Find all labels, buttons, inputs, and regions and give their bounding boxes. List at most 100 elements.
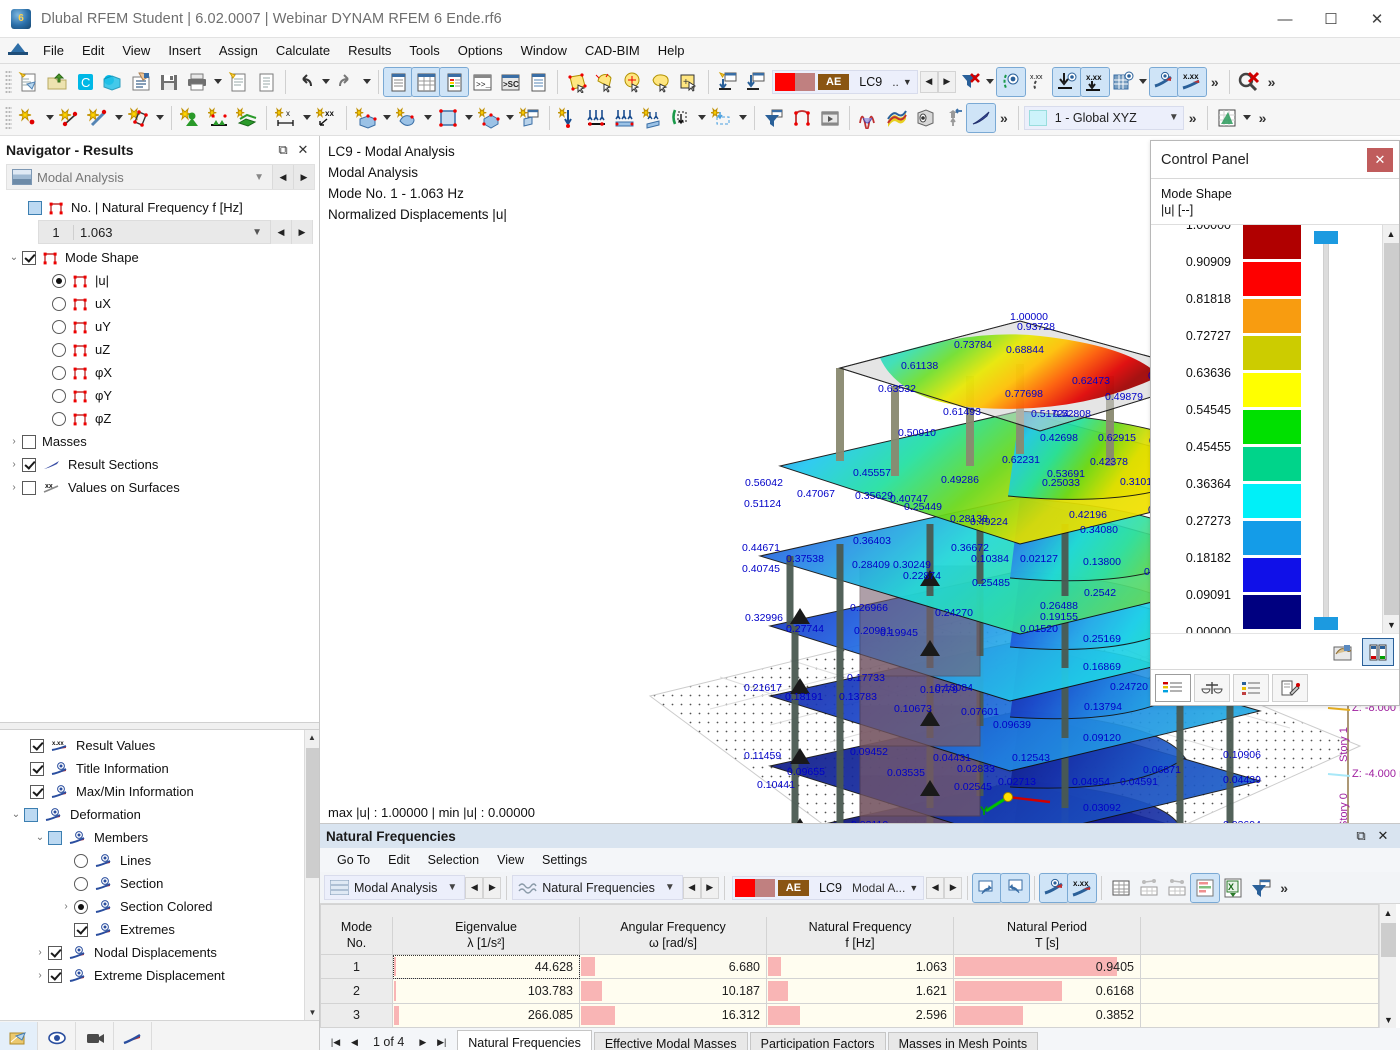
mode-next-button[interactable]: ▶	[291, 220, 312, 244]
show-result-values-icon[interactable]	[997, 68, 1025, 96]
scroll-down-icon[interactable]: ▼	[1380, 1011, 1397, 1028]
mode-shape-checkbox[interactable]	[22, 251, 36, 265]
menu-window[interactable]: Window	[512, 40, 576, 61]
expander-icon[interactable]: ›	[6, 482, 22, 493]
legend-color-swatch[interactable]	[1243, 558, 1301, 592]
result-diagram-show-icon[interactable]	[1150, 68, 1178, 96]
table-menu-go-to[interactable]: Go To	[328, 851, 379, 869]
menu-options[interactable]: Options	[449, 40, 512, 61]
table-menu-settings[interactable]: Settings	[533, 851, 596, 869]
extreme-displacement-checkbox[interactable]	[48, 969, 62, 983]
mode-frequency-selector[interactable]: 1 1.063 ▼ ◀ ▶	[38, 220, 313, 244]
values-on-surfaces-checkbox[interactable]	[22, 481, 36, 495]
expander-icon[interactable]: ›	[32, 970, 48, 981]
member-load-icon[interactable]	[639, 104, 667, 132]
select-partial-icon[interactable]	[591, 68, 619, 96]
chevron-down-icon[interactable]: ▼	[447, 882, 464, 893]
tree-item-phiz[interactable]: φZ	[0, 407, 319, 430]
animation-icon[interactable]	[816, 104, 844, 132]
surface-load-icon[interactable]	[611, 104, 639, 132]
table-panel-close-button[interactable]: ✕	[1372, 826, 1394, 846]
select-add-icon[interactable]: +	[675, 68, 703, 96]
tree-item-phix[interactable]: φX	[0, 361, 319, 384]
coordinate-system-selector[interactable]: 1 - Global XYZ ▼	[1024, 106, 1184, 130]
new-printout-report-icon[interactable]	[224, 68, 252, 96]
table-result-prev[interactable]: ◀	[683, 877, 701, 899]
print-icon[interactable]	[183, 68, 211, 96]
table-row[interactable]: 3266.08516.3122.5960.3852	[321, 1003, 1379, 1027]
tree-item-result-sections[interactable]: › Result Sections	[0, 453, 319, 476]
pager-next-button[interactable]: ▶	[413, 1033, 432, 1050]
clear-results-icon[interactable]	[1235, 68, 1263, 96]
new-block-icon[interactable]	[516, 104, 544, 132]
cell-angular-frequency[interactable]: 6.680	[580, 955, 767, 979]
filter-results-icon[interactable]	[760, 104, 788, 132]
line-support-icon[interactable]	[205, 104, 233, 132]
show-result-numbers-icon[interactable]: x.xx	[1068, 874, 1096, 902]
command-line-icon[interactable]: >>_	[468, 68, 496, 96]
modal-shape-diagram-icon[interactable]	[855, 104, 883, 132]
tree-item-values-on-surfaces[interactable]: › xx Values on Surfaces	[0, 476, 319, 499]
navigator-tab-results-icon[interactable]	[114, 1022, 152, 1050]
legend-color-swatch[interactable]	[1243, 299, 1301, 333]
navigator-float-button[interactable]: ⧉	[273, 140, 293, 160]
legend-color-swatch[interactable]	[1243, 632, 1301, 633]
table-row[interactable]: 2103.78310.1871.6210.6168	[321, 979, 1379, 1003]
tree-item-ux[interactable]: uX	[0, 292, 319, 315]
surface-results-icon[interactable]	[883, 104, 911, 132]
navigator-tab-display-icon[interactable]	[38, 1022, 76, 1050]
menu-view[interactable]: View	[113, 40, 159, 61]
show-results-graphic-icon[interactable]	[1040, 874, 1068, 902]
dimension-dropdown-caret[interactable]	[300, 104, 313, 132]
nodal-displacements-checkbox[interactable]	[48, 946, 62, 960]
scroll-down-icon[interactable]: ▼	[305, 1005, 319, 1020]
navigator-prev-button[interactable]: ◀	[272, 165, 293, 189]
grid-scrollbar[interactable]: ▲ ▼	[1379, 904, 1396, 1028]
navigator-tab-model-icon[interactable]	[0, 1022, 38, 1050]
new-solid-set-icon[interactable]	[475, 104, 503, 132]
toolbar-grip[interactable]	[5, 70, 12, 94]
cp-tab-factors[interactable]	[1194, 674, 1230, 702]
load-case-dropdown[interactable]: ..▼	[889, 75, 915, 89]
display-item-extreme-displacement[interactable]: › Extreme Displacement	[0, 964, 319, 987]
toolbar2-overflow-chevron-3[interactable]: »	[1254, 110, 1272, 126]
menu-insert[interactable]: Insert	[159, 40, 210, 61]
tab-natural-frequencies[interactable]: Natural Frequencies	[457, 1030, 592, 1050]
color-swatch-secondary[interactable]	[795, 73, 815, 91]
table-result-next[interactable]: ▶	[701, 877, 719, 899]
legend-color-swatch[interactable]	[1243, 373, 1301, 407]
expander-icon[interactable]: ›	[58, 901, 74, 912]
navigator-next-button[interactable]: ▶	[293, 165, 314, 189]
cell-eigenvalue[interactable]: 44.628	[393, 955, 580, 979]
table-toolbar-overflow[interactable]: »	[1275, 880, 1293, 896]
scroll-up-icon[interactable]: ▲	[1383, 225, 1399, 242]
tree-item-natural-frequency[interactable]: No. | Natural Frequency f [Hz]	[0, 196, 319, 219]
table-panel-float-button[interactable]: ⧉	[1350, 826, 1372, 846]
open-folder-icon[interactable]	[43, 68, 71, 96]
maxmin-information-checkbox[interactable]	[30, 785, 44, 799]
scroll-up-icon[interactable]: ▲	[305, 730, 319, 745]
cell-eigenvalue[interactable]: 266.085	[393, 1003, 580, 1027]
cell-natural-frequency[interactable]: 1.621	[767, 979, 954, 1003]
script-console-icon[interactable]: >SC	[496, 68, 524, 96]
expander-icon[interactable]: ›	[6, 436, 22, 447]
table-menu-view[interactable]: View	[488, 851, 533, 869]
toolbar-grip-2[interactable]	[5, 106, 12, 130]
table-filter-rows-icon[interactable]	[1135, 874, 1163, 902]
table-row[interactable]: 144.6286.6801.0630.9405	[321, 955, 1379, 979]
print-dropdown-caret[interactable]	[211, 68, 224, 96]
new-opening-icon[interactable]	[434, 104, 462, 132]
menu-assign[interactable]: Assign	[210, 40, 267, 61]
legend-scale-settings-icon[interactable]	[1363, 639, 1393, 665]
display-item-members[interactable]: ⌄ Members	[0, 826, 319, 849]
legend-color-settings-icon[interactable]	[1328, 639, 1358, 665]
radio-section-colored[interactable]	[74, 900, 88, 914]
table-analysis-prev[interactable]: ◀	[465, 877, 483, 899]
tree-item-uz[interactable]: uZ	[0, 338, 319, 361]
result-section-icon[interactable]	[967, 104, 995, 132]
display-item-deformation[interactable]: ⌄ Deformation	[0, 803, 319, 826]
new-load-case-icon[interactable]	[714, 68, 742, 96]
navigator-close-button[interactable]: ✕	[293, 140, 313, 160]
ae-badge[interactable]: AE	[778, 880, 809, 896]
display-item-section[interactable]: Section	[0, 872, 319, 895]
